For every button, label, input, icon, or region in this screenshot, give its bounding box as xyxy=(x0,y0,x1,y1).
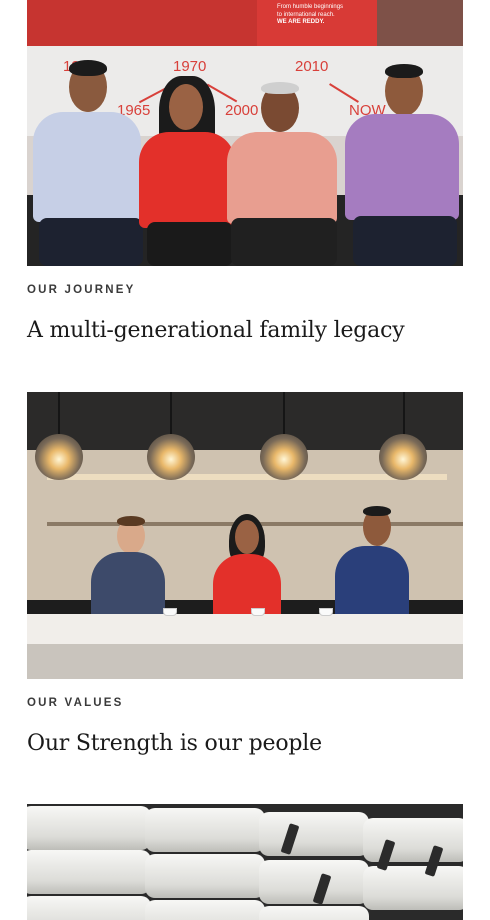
year-label: 2010 xyxy=(295,58,329,75)
coffee-bag xyxy=(145,808,265,852)
pendant-lamp xyxy=(379,434,427,480)
cup xyxy=(319,608,333,616)
coffee-bag xyxy=(363,866,463,910)
banner-text: From humble beginnings to international … xyxy=(277,4,344,25)
coffee-bag xyxy=(145,900,265,920)
coffee-bag xyxy=(27,850,151,894)
person xyxy=(335,506,409,624)
card-title-link[interactable]: A multi-generational family legacy xyxy=(27,318,405,343)
person xyxy=(213,514,281,624)
coffee-bag xyxy=(259,906,369,920)
values-image[interactable] xyxy=(27,392,463,679)
coffee-bag xyxy=(27,806,151,850)
year-label: 1970 xyxy=(173,58,207,75)
coffee-bag xyxy=(27,896,151,920)
card-title-link[interactable]: Our Strength is our people xyxy=(27,731,322,756)
person xyxy=(29,60,147,266)
section-eyebrow: OUR VALUES xyxy=(27,697,124,709)
coffee-bag xyxy=(145,854,265,898)
pendant-lamp xyxy=(35,434,83,480)
pendant-lamp xyxy=(260,434,308,480)
coffee-bag xyxy=(363,818,463,862)
photo-banner: From humble beginnings to international … xyxy=(27,0,463,46)
person xyxy=(223,78,341,266)
person xyxy=(91,516,165,626)
pendant-lamp xyxy=(147,434,195,480)
coffee-bag xyxy=(259,812,369,856)
person xyxy=(341,62,463,266)
counter xyxy=(27,614,463,644)
journey-image[interactable]: From humble beginnings to international … xyxy=(27,0,463,266)
cup xyxy=(251,608,265,616)
section-eyebrow: OUR JOURNEY xyxy=(27,284,136,296)
person xyxy=(139,74,235,266)
cup xyxy=(163,608,177,616)
coffee-bags-image[interactable] xyxy=(27,804,463,920)
